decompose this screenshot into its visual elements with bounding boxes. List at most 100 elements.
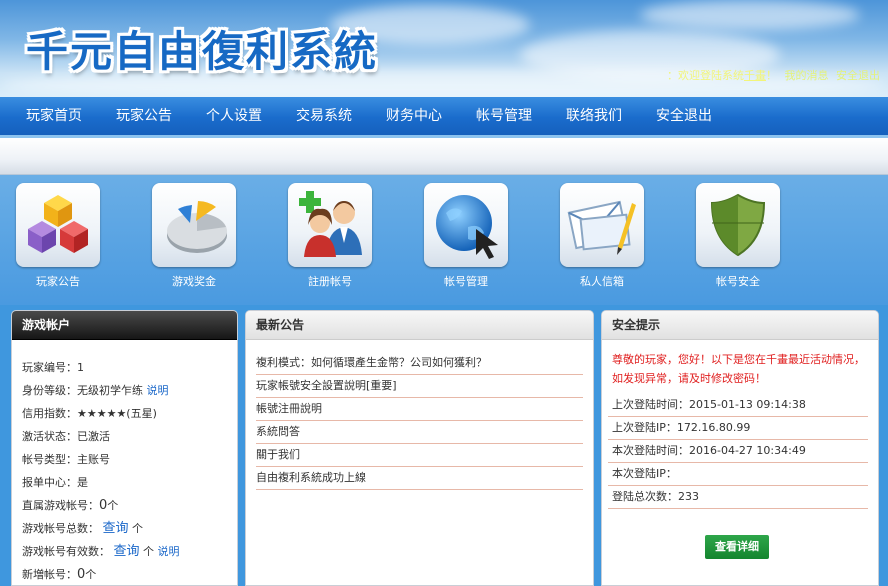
valid-accounts-row: 游戏帐号有效数： 查询 个 说明 — [12, 540, 237, 563]
view-details-button[interactable]: 查看详细 — [705, 535, 769, 559]
field-label: 报单中心： — [22, 476, 77, 489]
nav-item-settings[interactable]: 个人设置 — [189, 97, 279, 135]
news-panel-title: 最新公告 — [246, 311, 593, 340]
news-item[interactable]: 自由複利系統成功上線 — [256, 467, 583, 490]
header-banner: 千元自由復利系統 ：欢迎登陆系统千畫！ 我的消息 安全退出 — [0, 0, 888, 97]
news-item[interactable]: 玩家帳號安全設置說明[重要] — [256, 375, 583, 398]
cubes-icon — [28, 195, 88, 253]
nav-item-trading[interactable]: 交易系统 — [279, 97, 369, 135]
unit-label: 个 — [143, 545, 155, 558]
logout-link[interactable]: 安全退出 — [836, 69, 880, 82]
username: 千畫 — [744, 69, 766, 82]
status-value: 已激活 — [77, 430, 110, 443]
shortcut-label: 私人信箱 — [580, 275, 624, 288]
nav-item-account[interactable]: 帐号管理 — [459, 97, 549, 135]
security-panel-title: 安全提示 — [602, 311, 878, 340]
shortcut-label: 帐号管理 — [444, 275, 488, 288]
unit-label: 个 — [132, 522, 144, 535]
field-label: 激活状态： — [22, 430, 77, 443]
my-messages-link[interactable]: 我的消息 — [785, 69, 829, 82]
shortcut-tile-bg — [696, 183, 780, 267]
field-label: 直属游戏帐号： — [22, 499, 99, 512]
shortcut-label: 游戏奖金 — [172, 275, 216, 288]
users-add-icon — [299, 191, 362, 257]
report-center-row: 报单中心：是 — [12, 471, 237, 494]
nav-item-contact[interactable]: 联络我们 — [549, 97, 639, 135]
site-logo: 千元自由復利系統 — [26, 27, 379, 76]
shortcut-tile-bg — [288, 183, 372, 267]
account-panel-title: 游戏帐户 — [12, 311, 237, 340]
security-row: 本次登陆时间：2016-04-27 10:34:49 — [608, 440, 868, 463]
security-panel: 安全提示 尊敬的玩家，您好！以下是您在千畫最近活动情况，如发现异常，请及时修改密… — [601, 310, 879, 586]
greeting-text: ：欢迎登陆系统 — [667, 69, 744, 82]
shortcut-mailbox[interactable]: 私人信箱 — [560, 183, 644, 289]
nav-item-logout[interactable]: 安全退出 — [639, 97, 729, 135]
mail-icon — [567, 200, 636, 255]
news-item[interactable]: 系統問答 — [256, 421, 583, 444]
news-item[interactable]: 複利模式：如何循環產生金幣？公司如何獲利？ — [256, 352, 583, 375]
security-row: 上次登陆时间：2015-01-13 09:14:38 — [608, 394, 868, 417]
pie-chart-icon — [167, 201, 227, 253]
login-count: 233 — [678, 490, 699, 503]
nav-shadow-bar — [0, 138, 888, 175]
account-type-value: 主账号 — [77, 453, 110, 466]
shield-icon — [710, 193, 766, 257]
field-label: 信用指数： — [22, 407, 77, 420]
last-login-ip: 172.16.80.99 — [676, 421, 751, 434]
greeting-separator: ！ — [766, 69, 777, 82]
shortcut-tile-bg — [424, 183, 508, 267]
field-label: 新増帐号： — [22, 568, 77, 581]
field-label: 玩家编号： — [22, 361, 77, 374]
nav-item-announcements[interactable]: 玩家公告 — [99, 97, 189, 135]
status-row: 激活状态：已激活 — [12, 425, 237, 448]
field-label: 游戏帐号总数： — [22, 522, 99, 535]
shortcut-announcements[interactable]: 玩家公告 — [16, 183, 100, 289]
nav-item-home[interactable]: 玩家首页 — [10, 97, 99, 135]
player-id-row: 玩家编号：1 — [12, 356, 237, 379]
current-login-time: 2016-04-27 10:34:49 — [689, 444, 806, 457]
field-label: 身份等级： — [22, 384, 77, 397]
field-label: 登陆总次数： — [612, 490, 678, 503]
globe-cursor-icon — [436, 195, 498, 259]
security-row: 上次登陆IP：172.16.80.99 — [608, 417, 868, 440]
level-row: 身份等级：无级初学乍练 说明 — [12, 379, 237, 402]
last-login-time: 2015-01-13 09:14:38 — [689, 398, 806, 411]
shortcut-row: 玩家公告 游戏奖金 註册帐号 帐号管理 私人信箱 帐号安全 — [0, 175, 888, 305]
shortcut-tile-bg — [560, 183, 644, 267]
report-center-value: 是 — [77, 476, 88, 489]
news-panel: 最新公告 複利模式：如何循環產生金幣？公司如何獲利？ 玩家帳號安全設置說明[重要… — [245, 310, 594, 586]
total-query-link[interactable]: 查询 — [103, 521, 129, 536]
nav-item-finance[interactable]: 财务中心 — [369, 97, 459, 135]
shortcut-register[interactable]: 註册帐号 — [288, 183, 372, 289]
new-accounts-row: 新増帐号：0个 — [12, 563, 237, 585]
total-accounts-row: 游戏帐号总数： 查询 个 — [12, 517, 237, 540]
shortcut-tile-bg — [152, 183, 236, 267]
level-value: 无级初学乍练 — [77, 384, 143, 397]
news-item[interactable]: 關于我们 — [256, 444, 583, 467]
security-row: 登陆总次数：233 — [608, 486, 868, 509]
player-id-value: 1 — [77, 361, 84, 374]
credit-row: 信用指数：★★★★★(五星) — [12, 402, 237, 425]
field-label: 本次登陆时间： — [612, 444, 689, 457]
valid-query-link[interactable]: 查询 — [114, 544, 140, 559]
valid-help-link[interactable]: 说明 — [158, 545, 180, 558]
level-help-link[interactable]: 说明 — [147, 384, 169, 397]
field-label: 帐号类型： — [22, 453, 77, 466]
shortcut-bonus[interactable]: 游戏奖金 — [152, 183, 236, 289]
shortcut-account-manage[interactable]: 帐号管理 — [424, 183, 508, 289]
security-warning: 尊敬的玩家，您好！以下是您在千畫最近活动情况，如发现异常，请及时修改密码！ — [612, 353, 865, 385]
shortcut-label: 帐号安全 — [716, 275, 760, 288]
field-label: 上次登陆时间： — [612, 398, 689, 411]
field-label: 游戏帐号有效数： — [22, 545, 110, 558]
account-panel: 游戏帐户 玩家编号：1 身份等级：无级初学乍练 说明 信用指数：★★★★★(五星… — [11, 310, 238, 586]
field-label: 上次登陆IP： — [612, 421, 677, 434]
account-type-row: 帐号类型：主账号 — [12, 448, 237, 471]
shortcut-label: 註册帐号 — [308, 275, 352, 288]
news-item[interactable]: 帳號注冊說明 — [256, 398, 583, 421]
unit-label: 个 — [85, 568, 97, 581]
sub-accounts-row: 直属游戏帐号：0个 — [12, 494, 237, 517]
security-row: 本次登陆IP： — [608, 463, 868, 486]
user-greeting-bar: ：欢迎登陆系统千畫！ 我的消息 安全退出 — [667, 67, 880, 83]
unit-label: 个 — [107, 499, 119, 512]
shortcut-account-security[interactable]: 帐号安全 — [696, 183, 780, 289]
